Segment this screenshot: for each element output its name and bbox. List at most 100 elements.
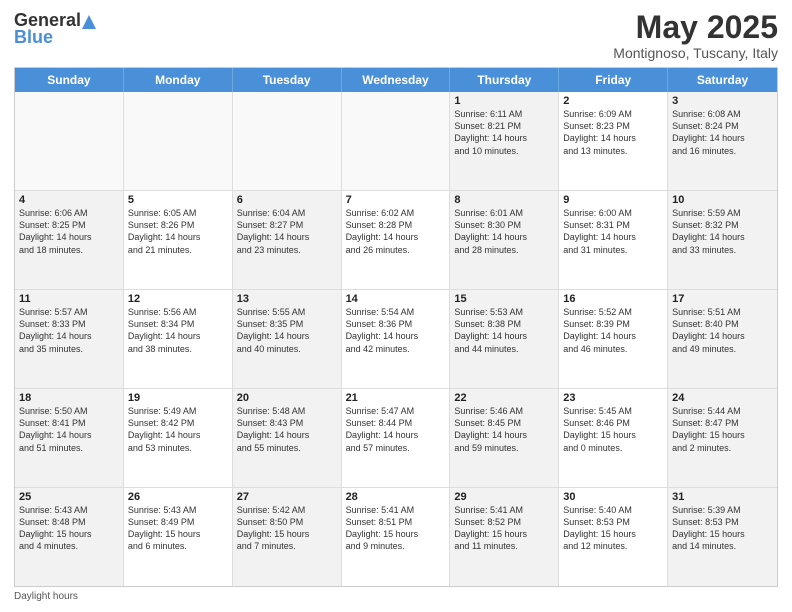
calendar-cell-1-6: 2Sunrise: 6:09 AM Sunset: 8:23 PM Daylig…: [559, 92, 668, 190]
day-number: 2: [563, 95, 663, 107]
day-number: 28: [346, 491, 446, 503]
calendar-cell-3-6: 16Sunrise: 5:52 AM Sunset: 8:39 PM Dayli…: [559, 290, 668, 388]
day-number: 16: [563, 293, 663, 305]
calendar-row-1: 1Sunrise: 6:11 AM Sunset: 8:21 PM Daylig…: [15, 92, 777, 191]
cell-text: Sunrise: 6:11 AM Sunset: 8:21 PM Dayligh…: [454, 108, 554, 157]
cell-text: Sunrise: 5:48 AM Sunset: 8:43 PM Dayligh…: [237, 405, 337, 454]
cell-text: Sunrise: 5:54 AM Sunset: 8:36 PM Dayligh…: [346, 306, 446, 355]
cell-text: Sunrise: 5:42 AM Sunset: 8:50 PM Dayligh…: [237, 504, 337, 553]
logo-triangle-icon: [82, 15, 96, 29]
day-number: 9: [563, 194, 663, 206]
calendar-cell-1-3: [233, 92, 342, 190]
month-title: May 2025: [613, 10, 778, 45]
cell-text: Sunrise: 5:41 AM Sunset: 8:52 PM Dayligh…: [454, 504, 554, 553]
cell-text: Sunrise: 5:51 AM Sunset: 8:40 PM Dayligh…: [672, 306, 773, 355]
location-title: Montignoso, Tuscany, Italy: [613, 45, 778, 61]
calendar-cell-3-4: 14Sunrise: 5:54 AM Sunset: 8:36 PM Dayli…: [342, 290, 451, 388]
cell-text: Sunrise: 5:45 AM Sunset: 8:46 PM Dayligh…: [563, 405, 663, 454]
page: General Blue May 2025 Montignoso, Tuscan…: [0, 0, 792, 612]
cell-text: Sunrise: 5:43 AM Sunset: 8:48 PM Dayligh…: [19, 504, 119, 553]
cell-text: Sunrise: 5:50 AM Sunset: 8:41 PM Dayligh…: [19, 405, 119, 454]
cell-text: Sunrise: 5:57 AM Sunset: 8:33 PM Dayligh…: [19, 306, 119, 355]
day-header-monday: Monday: [124, 68, 233, 92]
cell-text: Sunrise: 5:44 AM Sunset: 8:47 PM Dayligh…: [672, 405, 773, 454]
cell-text: Sunrise: 5:59 AM Sunset: 8:32 PM Dayligh…: [672, 207, 773, 256]
calendar-cell-5-5: 29Sunrise: 5:41 AM Sunset: 8:52 PM Dayli…: [450, 488, 559, 586]
day-number: 20: [237, 392, 337, 404]
cell-text: Sunrise: 5:56 AM Sunset: 8:34 PM Dayligh…: [128, 306, 228, 355]
calendar-cell-2-1: 4Sunrise: 6:06 AM Sunset: 8:25 PM Daylig…: [15, 191, 124, 289]
cell-text: Sunrise: 5:47 AM Sunset: 8:44 PM Dayligh…: [346, 405, 446, 454]
day-number: 30: [563, 491, 663, 503]
calendar-row-2: 4Sunrise: 6:06 AM Sunset: 8:25 PM Daylig…: [15, 191, 777, 290]
calendar-cell-5-1: 25Sunrise: 5:43 AM Sunset: 8:48 PM Dayli…: [15, 488, 124, 586]
day-number: 27: [237, 491, 337, 503]
calendar-row-5: 25Sunrise: 5:43 AM Sunset: 8:48 PM Dayli…: [15, 488, 777, 586]
cell-text: Sunrise: 6:09 AM Sunset: 8:23 PM Dayligh…: [563, 108, 663, 157]
cell-text: Sunrise: 5:40 AM Sunset: 8:53 PM Dayligh…: [563, 504, 663, 553]
calendar-cell-2-4: 7Sunrise: 6:02 AM Sunset: 8:28 PM Daylig…: [342, 191, 451, 289]
calendar-cell-4-7: 24Sunrise: 5:44 AM Sunset: 8:47 PM Dayli…: [668, 389, 777, 487]
cell-text: Sunrise: 5:46 AM Sunset: 8:45 PM Dayligh…: [454, 405, 554, 454]
cell-text: Sunrise: 6:08 AM Sunset: 8:24 PM Dayligh…: [672, 108, 773, 157]
footer-text: Daylight hours: [14, 591, 78, 602]
day-number: 31: [672, 491, 773, 503]
calendar-cell-2-2: 5Sunrise: 6:05 AM Sunset: 8:26 PM Daylig…: [124, 191, 233, 289]
cell-text: Sunrise: 5:43 AM Sunset: 8:49 PM Dayligh…: [128, 504, 228, 553]
calendar-cell-4-1: 18Sunrise: 5:50 AM Sunset: 8:41 PM Dayli…: [15, 389, 124, 487]
calendar-cell-2-7: 10Sunrise: 5:59 AM Sunset: 8:32 PM Dayli…: [668, 191, 777, 289]
calendar-cell-2-6: 9Sunrise: 6:00 AM Sunset: 8:31 PM Daylig…: [559, 191, 668, 289]
day-number: 7: [346, 194, 446, 206]
day-number: 6: [237, 194, 337, 206]
title-area: May 2025 Montignoso, Tuscany, Italy: [613, 10, 778, 61]
cell-text: Sunrise: 5:55 AM Sunset: 8:35 PM Dayligh…: [237, 306, 337, 355]
calendar-cell-4-6: 23Sunrise: 5:45 AM Sunset: 8:46 PM Dayli…: [559, 389, 668, 487]
calendar-cell-4-3: 20Sunrise: 5:48 AM Sunset: 8:43 PM Dayli…: [233, 389, 342, 487]
header: General Blue May 2025 Montignoso, Tuscan…: [14, 10, 778, 61]
calendar-row-3: 11Sunrise: 5:57 AM Sunset: 8:33 PM Dayli…: [15, 290, 777, 389]
day-number: 21: [346, 392, 446, 404]
calendar: SundayMondayTuesdayWednesdayThursdayFrid…: [14, 67, 778, 587]
cell-text: Sunrise: 6:06 AM Sunset: 8:25 PM Dayligh…: [19, 207, 119, 256]
day-header-friday: Friday: [559, 68, 668, 92]
calendar-cell-2-5: 8Sunrise: 6:01 AM Sunset: 8:30 PM Daylig…: [450, 191, 559, 289]
day-number: 8: [454, 194, 554, 206]
calendar-cell-3-2: 12Sunrise: 5:56 AM Sunset: 8:34 PM Dayli…: [124, 290, 233, 388]
calendar-header: SundayMondayTuesdayWednesdayThursdayFrid…: [15, 68, 777, 92]
day-header-saturday: Saturday: [668, 68, 777, 92]
day-header-sunday: Sunday: [15, 68, 124, 92]
calendar-cell-4-5: 22Sunrise: 5:46 AM Sunset: 8:45 PM Dayli…: [450, 389, 559, 487]
cell-text: Sunrise: 5:53 AM Sunset: 8:38 PM Dayligh…: [454, 306, 554, 355]
cell-text: Sunrise: 5:41 AM Sunset: 8:51 PM Dayligh…: [346, 504, 446, 553]
calendar-cell-1-4: [342, 92, 451, 190]
day-number: 19: [128, 392, 228, 404]
calendar-cell-5-2: 26Sunrise: 5:43 AM Sunset: 8:49 PM Dayli…: [124, 488, 233, 586]
calendar-cell-1-2: [124, 92, 233, 190]
calendar-cell-4-4: 21Sunrise: 5:47 AM Sunset: 8:44 PM Dayli…: [342, 389, 451, 487]
cell-text: Sunrise: 6:04 AM Sunset: 8:27 PM Dayligh…: [237, 207, 337, 256]
calendar-cell-1-5: 1Sunrise: 6:11 AM Sunset: 8:21 PM Daylig…: [450, 92, 559, 190]
calendar-row-4: 18Sunrise: 5:50 AM Sunset: 8:41 PM Dayli…: [15, 389, 777, 488]
cell-text: Sunrise: 5:52 AM Sunset: 8:39 PM Dayligh…: [563, 306, 663, 355]
logo-blue: Blue: [14, 27, 53, 48]
calendar-cell-5-6: 30Sunrise: 5:40 AM Sunset: 8:53 PM Dayli…: [559, 488, 668, 586]
day-number: 22: [454, 392, 554, 404]
day-number: 26: [128, 491, 228, 503]
day-number: 12: [128, 293, 228, 305]
day-header-tuesday: Tuesday: [233, 68, 342, 92]
calendar-body: 1Sunrise: 6:11 AM Sunset: 8:21 PM Daylig…: [15, 92, 777, 586]
day-number: 11: [19, 293, 119, 305]
footer: Daylight hours: [14, 591, 778, 602]
cell-text: Sunrise: 6:01 AM Sunset: 8:30 PM Dayligh…: [454, 207, 554, 256]
day-number: 23: [563, 392, 663, 404]
calendar-cell-4-2: 19Sunrise: 5:49 AM Sunset: 8:42 PM Dayli…: [124, 389, 233, 487]
day-number: 4: [19, 194, 119, 206]
calendar-cell-3-3: 13Sunrise: 5:55 AM Sunset: 8:35 PM Dayli…: [233, 290, 342, 388]
calendar-cell-5-7: 31Sunrise: 5:39 AM Sunset: 8:53 PM Dayli…: [668, 488, 777, 586]
day-number: 1: [454, 95, 554, 107]
calendar-cell-5-3: 27Sunrise: 5:42 AM Sunset: 8:50 PM Dayli…: [233, 488, 342, 586]
day-number: 10: [672, 194, 773, 206]
cell-text: Sunrise: 6:02 AM Sunset: 8:28 PM Dayligh…: [346, 207, 446, 256]
day-number: 29: [454, 491, 554, 503]
day-header-thursday: Thursday: [450, 68, 559, 92]
